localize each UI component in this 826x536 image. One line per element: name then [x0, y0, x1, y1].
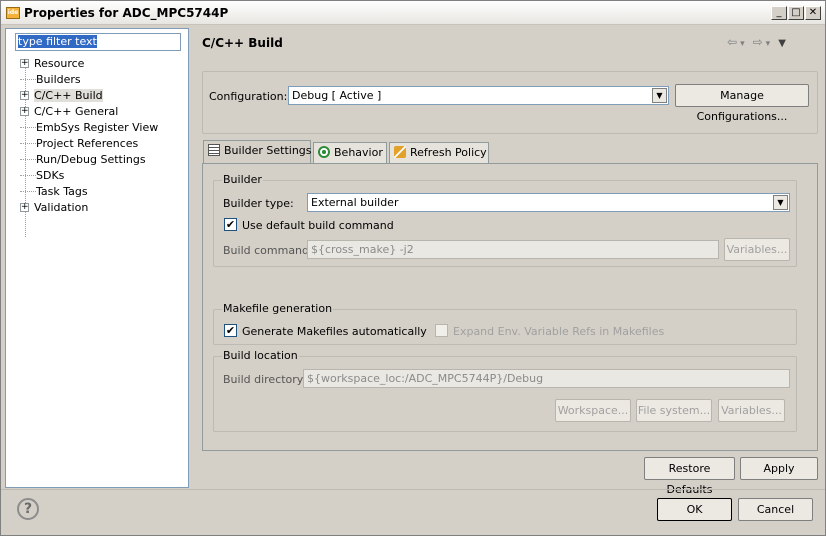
workspace-button[interactable]: Workspace... [555, 399, 631, 422]
build-command-field[interactable]: ${cross_make} -j2 [307, 240, 719, 259]
view-menu-icon[interactable]: ▼ [778, 38, 786, 49]
back-menu-icon[interactable]: ▾ [740, 39, 745, 49]
makefile-generation-group-label: Makefile generation [222, 302, 334, 315]
use-default-build-command-checkbox[interactable]: ✔ [224, 218, 237, 231]
build-location-group-label: Build location [222, 349, 299, 362]
chevron-down-icon[interactable]: ▼ [773, 195, 788, 210]
sidebar-item-embsys-register-view[interactable]: EmbSys Register View [20, 120, 158, 136]
tab-refresh-policy[interactable]: Refresh Policy [389, 142, 489, 164]
cancel-button[interactable]: Cancel [738, 498, 813, 521]
file-system-button[interactable]: File system... [636, 399, 712, 422]
configuration-label: Configuration: [209, 90, 288, 103]
expand-icon[interactable]: + [20, 106, 29, 116]
sidebar-item-cpp-build[interactable]: + C/C++ Build [20, 88, 103, 104]
navigation-tree-panel: type filter text + Resource Builders + C/C… [5, 28, 189, 488]
expand-icon[interactable]: + [20, 90, 29, 100]
build-directory-field[interactable]: ${workspace_loc:/ADC_MPC5744P}/Debug [303, 369, 790, 388]
help-icon[interactable]: ? [17, 498, 39, 520]
sidebar-item-cpp-general[interactable]: + C/C++ General [20, 104, 118, 120]
sidebar-item-builders[interactable]: Builders [20, 72, 81, 88]
expand-icon[interactable]: + [20, 58, 29, 68]
close-button[interactable]: ✕ [805, 6, 821, 20]
page-navigation: ⇦ ▾ ⇨ ▾ ▼ [727, 35, 789, 49]
expand-env-refs-checkbox[interactable] [435, 324, 448, 337]
builder-settings-panel: Builder Builder type: External builder ▼ … [202, 163, 818, 451]
eclipse-app-icon: ide [6, 7, 20, 19]
window-title: Properties for ADC_MPC5744P [24, 6, 229, 20]
configuration-group: Configuration: Debug [ Active ] ▼ Manage … [202, 71, 818, 134]
content-panel: C/C++ Build ⇦ ▾ ⇨ ▾ ▼ Configuration: Debug [… [197, 28, 823, 496]
properties-dialog: ide Properties for ADC_MPC5744P _ □ ✕ ty… [0, 0, 826, 536]
generate-makefiles-checkbox[interactable]: ✔ [224, 324, 237, 337]
builder-type-label: Builder type: [223, 197, 294, 210]
generate-makefiles-label: Generate Makefiles automatically [242, 325, 427, 338]
minimize-button[interactable]: _ [771, 6, 787, 20]
builder-settings-icon [208, 144, 220, 156]
expand-env-refs-label: Expand Env. Variable Refs in Makefiles [453, 325, 665, 338]
filter-input[interactable]: type filter text [15, 33, 181, 51]
builder-type-select[interactable]: External builder ▼ [307, 193, 790, 212]
chevron-down-icon[interactable]: ▼ [652, 88, 667, 103]
sidebar-item-resource[interactable]: + Resource [20, 56, 84, 72]
ok-button[interactable]: OK [657, 498, 732, 521]
title-bar[interactable]: ide Properties for ADC_MPC5744P _ □ ✕ [1, 1, 825, 25]
sidebar-item-validation[interactable]: + Validation [20, 200, 88, 216]
expand-icon[interactable]: + [20, 202, 29, 212]
refresh-policy-icon [394, 146, 406, 158]
makefile-generation-group: Makefile generation ✔ Generate Makefiles… [213, 302, 797, 345]
build-command-label: Build command: [223, 244, 313, 257]
build-directory-label: Build directory: [223, 373, 307, 386]
forward-arrow-icon[interactable]: ⇨ [753, 35, 763, 49]
sidebar-item-task-tags[interactable]: Task Tags [20, 184, 88, 200]
page-title: C/C++ Build [202, 36, 283, 50]
manage-configurations-button[interactable]: Manage Configurations... [675, 84, 809, 123]
builder-group: Builder Builder type: External builder ▼ … [213, 173, 797, 267]
forward-menu-icon[interactable]: ▾ [766, 39, 771, 49]
tab-behavior[interactable]: Behavior [313, 142, 387, 164]
builder-group-label: Builder [222, 173, 263, 186]
build-location-group: Build location Build directory: ${worksp… [213, 349, 797, 432]
sidebar-item-project-references[interactable]: Project References [20, 136, 138, 152]
build-command-variables-button[interactable]: Variables... [724, 238, 790, 261]
apply-button[interactable]: Apply [740, 457, 818, 480]
configuration-select[interactable]: Debug [ Active ] ▼ [288, 86, 669, 105]
tab-builder-settings[interactable]: Builder Settings [203, 140, 312, 164]
location-variables-button[interactable]: Variables... [718, 399, 785, 422]
sidebar-item-run-debug-settings[interactable]: Run/Debug Settings [20, 152, 146, 168]
back-arrow-icon[interactable]: ⇦ [727, 35, 737, 49]
maximize-button[interactable]: □ [788, 6, 804, 20]
restore-defaults-button[interactable]: Restore Defaults [644, 457, 735, 496]
use-default-build-command-label: Use default build command [242, 219, 394, 232]
behavior-icon [318, 146, 330, 158]
sidebar-item-sdks[interactable]: SDKs [20, 168, 64, 184]
